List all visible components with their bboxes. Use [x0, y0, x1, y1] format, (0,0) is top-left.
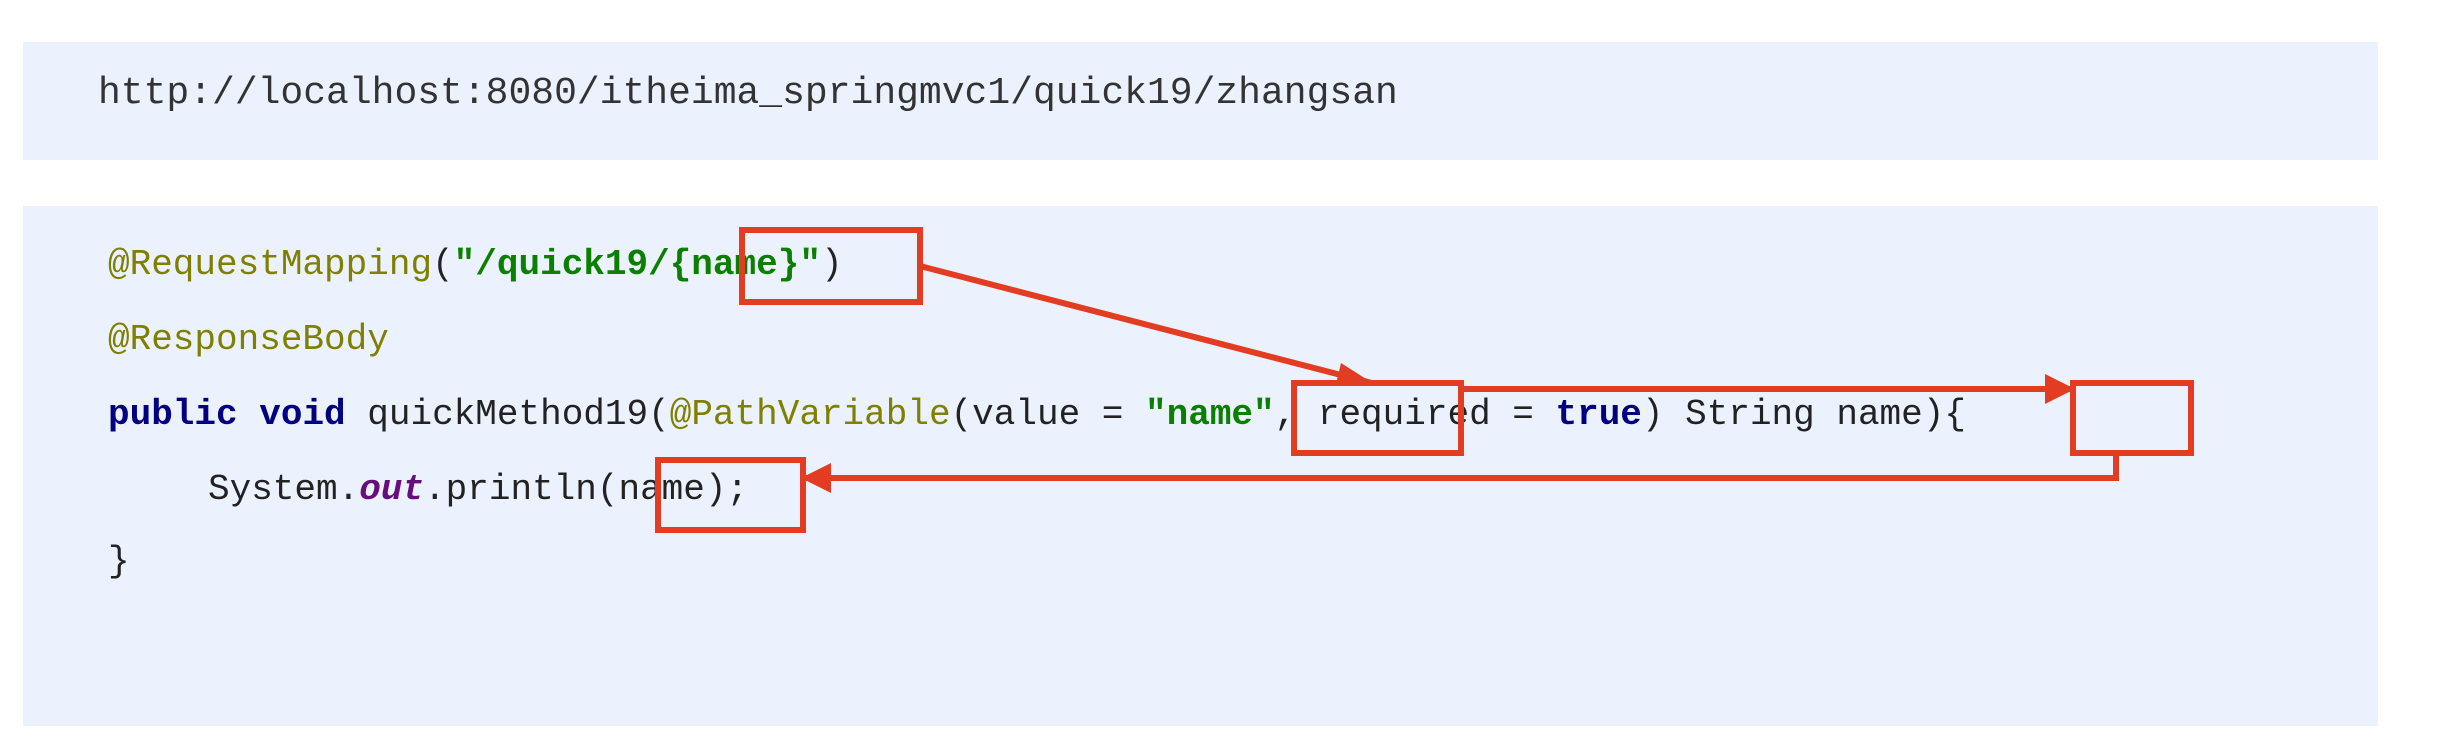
- params-rest: ) String name){: [1641, 394, 1966, 435]
- code-line-println: System.out.println(name);: [208, 472, 748, 508]
- code-line-request-mapping: @RequestMapping("/quick19/{name}"): [108, 247, 843, 283]
- code-panel: @RequestMapping("/quick19/{name}") @Resp…: [23, 206, 2378, 726]
- value-name-string: "name": [1145, 394, 1275, 435]
- closing-brace: }: [108, 541, 130, 582]
- code-line-method-signature: public void quickMethod19(@PathVariable(…: [108, 397, 1966, 433]
- paren-open: (: [432, 244, 454, 285]
- params-open: (value =: [950, 394, 1146, 435]
- println-call: .println(name);: [424, 469, 749, 510]
- request-url: http://localhost:8080/itheima_springmvc1…: [98, 72, 1398, 115]
- void-keyword: void: [259, 394, 346, 435]
- path-variable-annotation: @PathVariable: [669, 394, 951, 435]
- request-mapping-annotation: @RequestMapping: [108, 244, 433, 285]
- true-keyword: true: [1555, 394, 1642, 435]
- code-line-closing-brace: }: [108, 544, 130, 580]
- system-object: System.: [208, 469, 360, 510]
- code-line-response-body: @ResponseBody: [108, 322, 389, 358]
- mapping-path-string: "/quick19/{name}": [453, 244, 821, 285]
- public-keyword: public: [108, 394, 238, 435]
- response-body-annotation: @ResponseBody: [108, 319, 389, 360]
- method-name: quickMethod19(: [367, 394, 670, 435]
- required-param: , required =: [1274, 394, 1556, 435]
- url-panel: http://localhost:8080/itheima_springmvc1…: [23, 42, 2378, 160]
- paren-close: ): [820, 244, 843, 285]
- out-field: out: [359, 469, 425, 510]
